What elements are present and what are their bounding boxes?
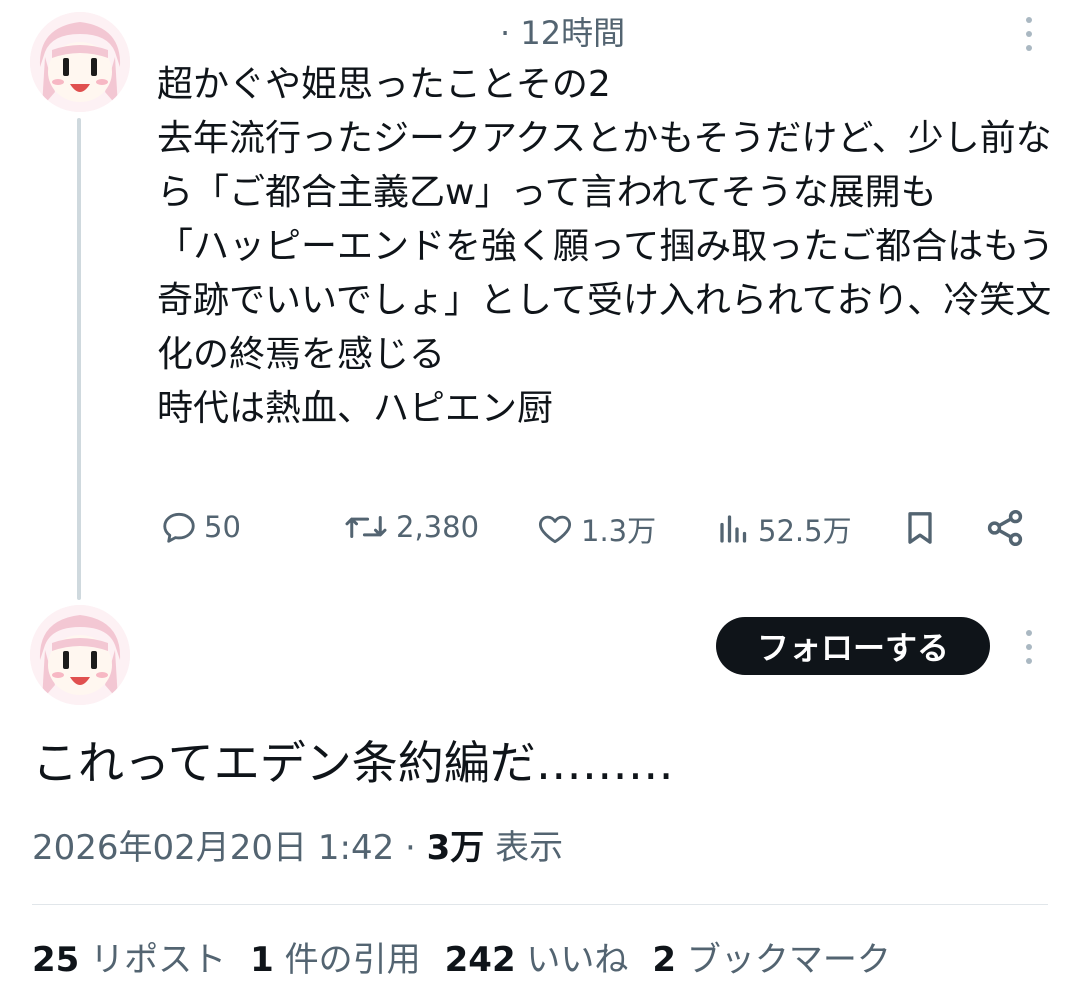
tweet-text: 超かぐや姫思ったことその2 去年流行ったジークアクスとかもそうだけど、少し前なら… bbox=[157, 64, 1055, 429]
avatar-illustration bbox=[30, 605, 130, 705]
follow-button[interactable]: フォローする bbox=[716, 617, 990, 675]
more-options-icon[interactable] bbox=[1025, 17, 1033, 51]
views-count: 52.5万 bbox=[758, 514, 852, 548]
divider bbox=[32, 904, 1048, 905]
thread-line bbox=[77, 118, 81, 600]
share-icon bbox=[987, 509, 1023, 547]
retweet-count: 2,380 bbox=[396, 510, 480, 544]
stat-label: 件の引用 bbox=[284, 940, 421, 980]
reply-avatar[interactable] bbox=[30, 605, 130, 705]
like-button[interactable]: 1.3万 bbox=[535, 508, 656, 550]
stat-label: リポスト bbox=[90, 940, 227, 980]
more-options-icon[interactable] bbox=[1025, 630, 1033, 664]
reply-count: 50 bbox=[204, 510, 241, 544]
share-button[interactable] bbox=[984, 507, 1026, 553]
views-label: 表示 bbox=[484, 828, 564, 868]
engagement-stats: 25 リポスト 1 件の引用 242 いいね 2 ブックマーク bbox=[32, 932, 891, 988]
tweet-time[interactable]: · 12時間 bbox=[500, 12, 625, 54]
like-count: 1.3万 bbox=[581, 514, 657, 548]
avatar[interactable] bbox=[30, 12, 130, 112]
analytics-icon bbox=[720, 515, 747, 543]
bookmark-icon bbox=[908, 512, 932, 544]
heart-icon bbox=[538, 515, 572, 544]
retweet-icon bbox=[345, 515, 387, 539]
reply-text: これってエデン条約編だ……… bbox=[32, 736, 674, 790]
tweet-timestamp: 2026年02月20日 1:42 · 3万 表示 bbox=[32, 823, 563, 873]
retweet-button[interactable]: 2,380 bbox=[342, 508, 479, 546]
stat-label: いいね bbox=[526, 940, 629, 980]
stat-bookmarks[interactable]: 2 ブックマーク bbox=[652, 932, 890, 988]
timestamp-text[interactable]: 2026年02月20日 1:42 · bbox=[32, 828, 427, 868]
stat-reposts[interactable]: 25 リポスト bbox=[32, 932, 226, 988]
stat-likes[interactable]: 242 いいね bbox=[445, 932, 629, 988]
stat-count: 25 bbox=[32, 940, 80, 980]
stat-quotes[interactable]: 1 件の引用 bbox=[250, 932, 420, 988]
reply-button[interactable]: 50 bbox=[160, 508, 241, 546]
bookmark-button[interactable] bbox=[900, 507, 940, 553]
stat-count: 242 bbox=[444, 940, 516, 980]
stat-count: 2 bbox=[652, 940, 677, 980]
views-button[interactable]: 52.5万 bbox=[716, 508, 852, 550]
avatar-illustration bbox=[30, 12, 130, 112]
reply-icon bbox=[163, 512, 195, 543]
views-count: 3万 bbox=[426, 828, 485, 868]
stat-label: ブックマーク bbox=[686, 940, 891, 980]
stat-count: 1 bbox=[250, 940, 274, 980]
